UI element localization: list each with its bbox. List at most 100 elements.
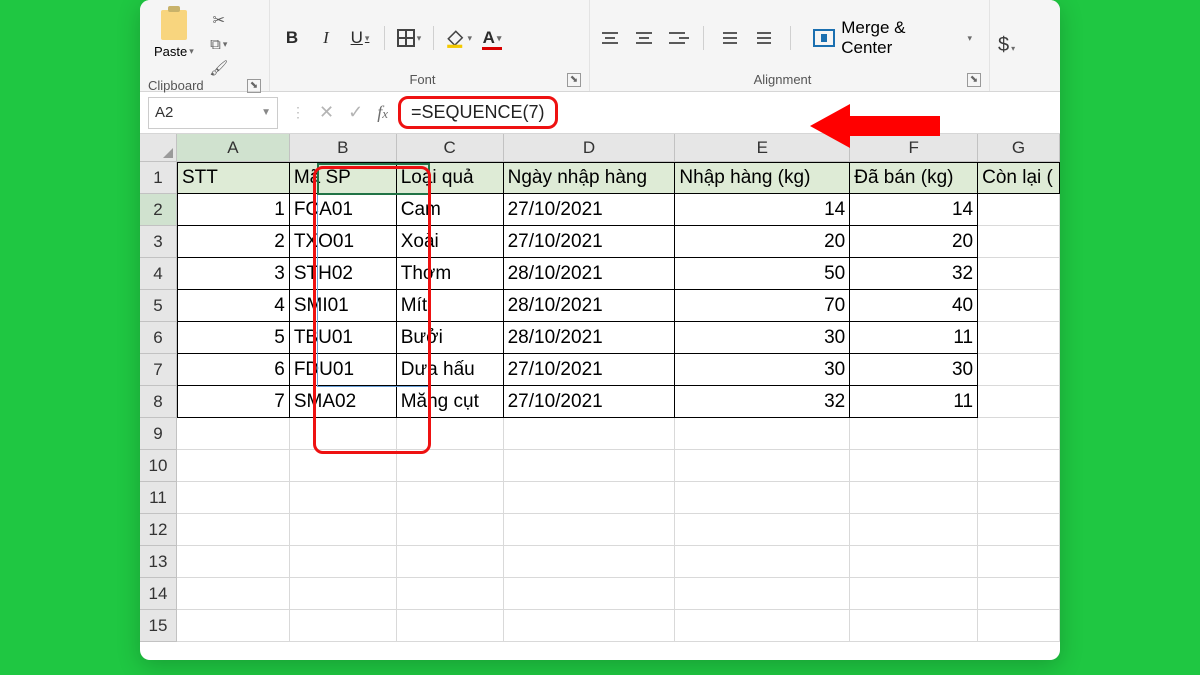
cell[interactable] <box>978 226 1060 258</box>
cell[interactable] <box>675 546 850 578</box>
cell[interactable]: 27/10/2021 <box>504 226 676 258</box>
row-header[interactable]: 3 <box>140 226 177 258</box>
cell[interactable] <box>850 546 978 578</box>
cut-button[interactable]: ✂ <box>208 10 230 30</box>
cell[interactable] <box>850 578 978 610</box>
cell[interactable] <box>290 418 397 450</box>
formula-more-icon[interactable]: ⋮ <box>291 104 305 121</box>
row-header[interactable]: 8 <box>140 386 177 418</box>
cell[interactable] <box>978 546 1060 578</box>
align-right-button[interactable] <box>665 27 689 49</box>
cell[interactable] <box>504 514 676 546</box>
cell[interactable] <box>850 610 978 642</box>
cell[interactable]: 6 <box>177 354 290 386</box>
cell[interactable]: Loại quả <box>397 162 504 194</box>
cell[interactable] <box>504 482 676 514</box>
cell[interactable]: 2 <box>177 226 290 258</box>
borders-button[interactable]: ▾ <box>395 24 423 52</box>
cell[interactable] <box>177 546 290 578</box>
cell[interactable] <box>504 450 676 482</box>
cell[interactable]: 20 <box>675 226 850 258</box>
row-header[interactable]: 5 <box>140 290 177 322</box>
cell[interactable]: STT <box>177 162 290 194</box>
select-all-corner[interactable] <box>140 134 177 162</box>
cell[interactable] <box>675 578 850 610</box>
formula-input[interactable]: =SEQUENCE(7) <box>398 96 558 129</box>
cell[interactable] <box>177 578 290 610</box>
cell[interactable]: Bưởi <box>397 322 504 354</box>
cell[interactable] <box>397 610 504 642</box>
spreadsheet-grid[interactable]: A B C D E F G 1 STT Mã SP Loại quả Ngày … <box>140 134 1060 642</box>
dialog-launcher-icon[interactable]: ⬊ <box>567 73 581 87</box>
cell[interactable]: SMI01 <box>290 290 397 322</box>
cell[interactable] <box>397 546 504 578</box>
cell[interactable] <box>397 514 504 546</box>
decrease-indent-button[interactable] <box>718 27 742 49</box>
align-left-button[interactable] <box>598 27 622 49</box>
cell[interactable]: 28/10/2021 <box>504 290 676 322</box>
cell[interactable]: FCA01 <box>290 194 397 226</box>
cell[interactable]: 7 <box>177 386 290 418</box>
cell[interactable]: Nhập hàng (kg) <box>675 162 850 194</box>
cell[interactable]: Cam <box>397 194 504 226</box>
cell[interactable]: Mã SP <box>290 162 397 194</box>
row-header[interactable]: 1 <box>140 162 177 194</box>
align-center-button[interactable] <box>632 27 656 49</box>
cell[interactable]: 30 <box>675 354 850 386</box>
cell[interactable] <box>978 418 1060 450</box>
row-header[interactable]: 7 <box>140 354 177 386</box>
cell[interactable] <box>978 258 1060 290</box>
cell[interactable] <box>850 418 978 450</box>
cell[interactable]: Đã bán (kg) <box>850 162 978 194</box>
cell[interactable] <box>675 482 850 514</box>
cell[interactable]: 4 <box>177 290 290 322</box>
format-painter-button[interactable]: 🖌 <box>208 58 230 78</box>
cell[interactable]: Thơm <box>397 258 504 290</box>
cell[interactable] <box>397 482 504 514</box>
font-color-button[interactable]: A▾ <box>478 24 506 52</box>
cell[interactable] <box>504 418 676 450</box>
cell[interactable]: 20 <box>850 226 978 258</box>
cell[interactable] <box>978 290 1060 322</box>
cell[interactable] <box>290 578 397 610</box>
row-header[interactable]: 2 <box>140 194 177 226</box>
cell[interactable]: 70 <box>675 290 850 322</box>
cell[interactable]: 27/10/2021 <box>504 354 676 386</box>
cell[interactable] <box>978 450 1060 482</box>
row-header[interactable]: 14 <box>140 578 177 610</box>
cell[interactable]: Mít <box>397 290 504 322</box>
cell[interactable] <box>978 322 1060 354</box>
cell[interactable]: TBU01 <box>290 322 397 354</box>
cell[interactable]: 1 <box>177 194 290 226</box>
fill-color-button[interactable]: ▾ <box>444 24 472 52</box>
merge-center-button[interactable]: Merge & Center ▾ <box>804 13 981 63</box>
cell[interactable]: Dưa hấu <box>397 354 504 386</box>
cell[interactable] <box>504 610 676 642</box>
cell[interactable]: 27/10/2021 <box>504 386 676 418</box>
row-header[interactable]: 4 <box>140 258 177 290</box>
dialog-launcher-icon[interactable]: ⬊ <box>247 79 261 93</box>
cell[interactable] <box>290 610 397 642</box>
column-header[interactable]: A <box>177 134 290 162</box>
row-header[interactable]: 13 <box>140 546 177 578</box>
cell[interactable]: 27/10/2021 <box>504 194 676 226</box>
row-header[interactable]: 6 <box>140 322 177 354</box>
cell[interactable]: 30 <box>675 322 850 354</box>
column-header[interactable]: B <box>290 134 397 162</box>
cell[interactable] <box>290 514 397 546</box>
cell[interactable]: 32 <box>850 258 978 290</box>
cell[interactable] <box>397 578 504 610</box>
cell[interactable]: 14 <box>850 194 978 226</box>
cell[interactable] <box>978 482 1060 514</box>
cancel-formula-button[interactable]: ✕ <box>319 102 334 123</box>
cell[interactable]: FDU01 <box>290 354 397 386</box>
cell[interactable]: 50 <box>675 258 850 290</box>
cell[interactable] <box>978 386 1060 418</box>
cell[interactable]: Ngày nhập hàng <box>504 162 676 194</box>
cell[interactable] <box>177 610 290 642</box>
chevron-down-icon[interactable]: ▾ <box>967 33 972 44</box>
cell[interactable]: TXO01 <box>290 226 397 258</box>
cell[interactable]: 30 <box>850 354 978 386</box>
cell[interactable]: STH02 <box>290 258 397 290</box>
increase-indent-button[interactable] <box>752 27 776 49</box>
